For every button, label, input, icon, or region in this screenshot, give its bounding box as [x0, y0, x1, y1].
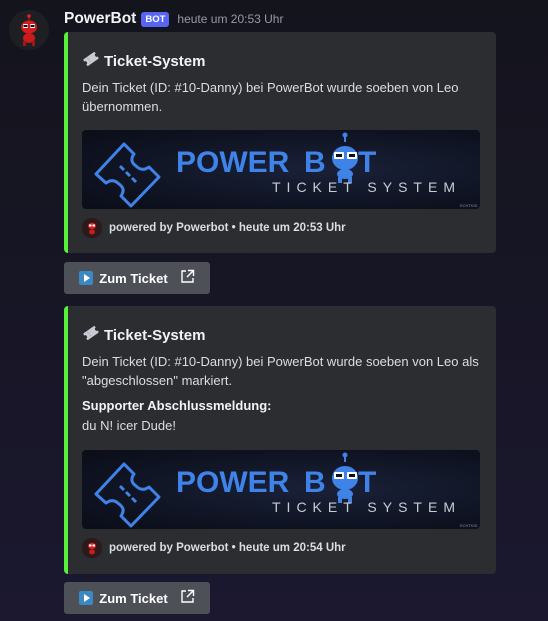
svg-text:POWER: POWER [176, 146, 290, 179]
footer-text: powered by Powerbot • heute um 20:53 Uhr [109, 222, 346, 234]
robot-mascot-icon [332, 452, 358, 503]
external-link-icon [180, 589, 195, 607]
embed-description: Dein Ticket (ID: #10-Danny) bei PowerBot… [82, 354, 479, 388]
timestamp[interactable]: heute um 20:53 Uhr [177, 12, 283, 26]
footer-text: powered by Powerbot • heute um 20:54 Uhr [109, 542, 346, 554]
bot-avatar[interactable] [9, 10, 49, 50]
bot-tag: BOT [141, 11, 170, 27]
username[interactable]: PowerBot [64, 10, 136, 28]
svg-text:POWER: POWER [176, 466, 290, 499]
svg-text:B: B [304, 466, 326, 499]
zum-ticket-button[interactable]: Zum Ticket [64, 582, 210, 614]
svg-text:TICKET SYSTEM: TICKET SYSTEM [272, 499, 461, 515]
banner-image: POWER B T TICKET SYSTEM ECHTKID [82, 450, 480, 529]
ticket-icon [82, 50, 100, 72]
ticket-icon [82, 324, 100, 346]
banner-image: POWER B T TICKET SYSTEM ECHTKID [82, 130, 480, 209]
zum-ticket-button[interactable]: Zum Ticket [64, 262, 210, 294]
bot-footer-icon [82, 538, 102, 558]
message-header: PowerBot BOT heute um 20:53 Uhr [64, 9, 283, 29]
embed-title: Ticket-System [82, 324, 205, 346]
svg-text:B: B [304, 146, 326, 179]
svg-text:T: T [358, 466, 376, 499]
embed-ticket-closed: Ticket-System Dein Ticket (ID: #10-Danny… [64, 306, 496, 574]
robot-mascot-icon [332, 132, 358, 183]
field-value: du N! icer Dude! [82, 418, 176, 433]
external-link-icon [180, 269, 195, 287]
embed-description: Dein Ticket (ID: #10-Danny) bei PowerBot… [82, 80, 459, 114]
bot-footer-icon [82, 218, 102, 238]
embed-footer: powered by Powerbot • heute um 20:54 Uhr [82, 538, 346, 558]
svg-text:TICKET SYSTEM: TICKET SYSTEM [272, 179, 461, 195]
svg-text:T: T [358, 146, 376, 179]
embed-footer: powered by Powerbot • heute um 20:53 Uhr [82, 218, 346, 238]
message: PowerBot BOT heute um 20:53 Uhr Ticket-S… [0, 0, 548, 621]
play-icon [79, 591, 94, 605]
field-name: Supporter Abschlussmeldung: [82, 398, 272, 413]
play-icon [79, 271, 94, 285]
svg-text:ECHTKID: ECHTKID [460, 203, 478, 208]
svg-text:ECHTKID: ECHTKID [460, 523, 478, 528]
embed-ticket-taken: Ticket-System Dein Ticket (ID: #10-Danny… [64, 32, 496, 253]
embed-title: Ticket-System [82, 50, 205, 72]
